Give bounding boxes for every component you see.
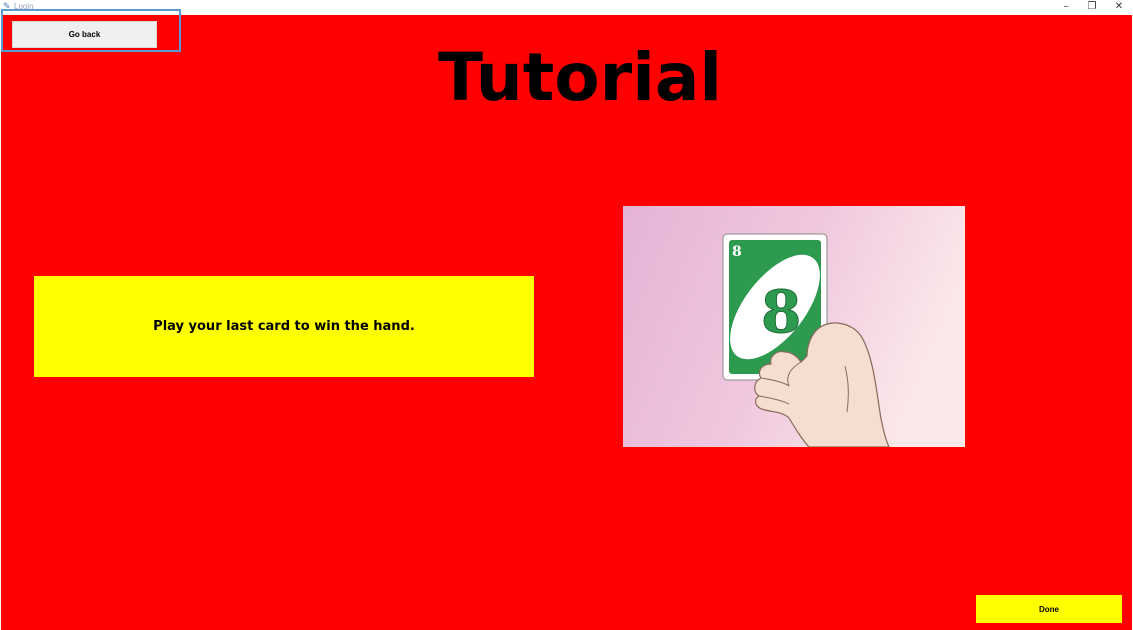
window-title: Login xyxy=(14,2,34,11)
feather-icon: ✎ xyxy=(3,2,11,12)
go-back-button[interactable]: Go back xyxy=(12,21,157,48)
minimize-button[interactable]: – xyxy=(1055,0,1077,14)
maximize-button[interactable]: ❐ xyxy=(1081,0,1103,14)
card-center-number: 8 xyxy=(761,278,801,346)
card-corner-number: 8 xyxy=(732,244,742,260)
done-button[interactable]: Done xyxy=(976,595,1122,623)
hand-holding-card-icon: 8 8 xyxy=(623,206,965,447)
window-titlebar: ✎ Login – ❐ ✕ xyxy=(0,0,1133,15)
close-button[interactable]: ✕ xyxy=(1108,0,1130,14)
instruction-panel: Play your last card to win the hand. xyxy=(34,276,534,377)
instruction-text: Play your last card to win the hand. xyxy=(153,319,415,334)
page-title: Tutorial xyxy=(438,39,722,116)
